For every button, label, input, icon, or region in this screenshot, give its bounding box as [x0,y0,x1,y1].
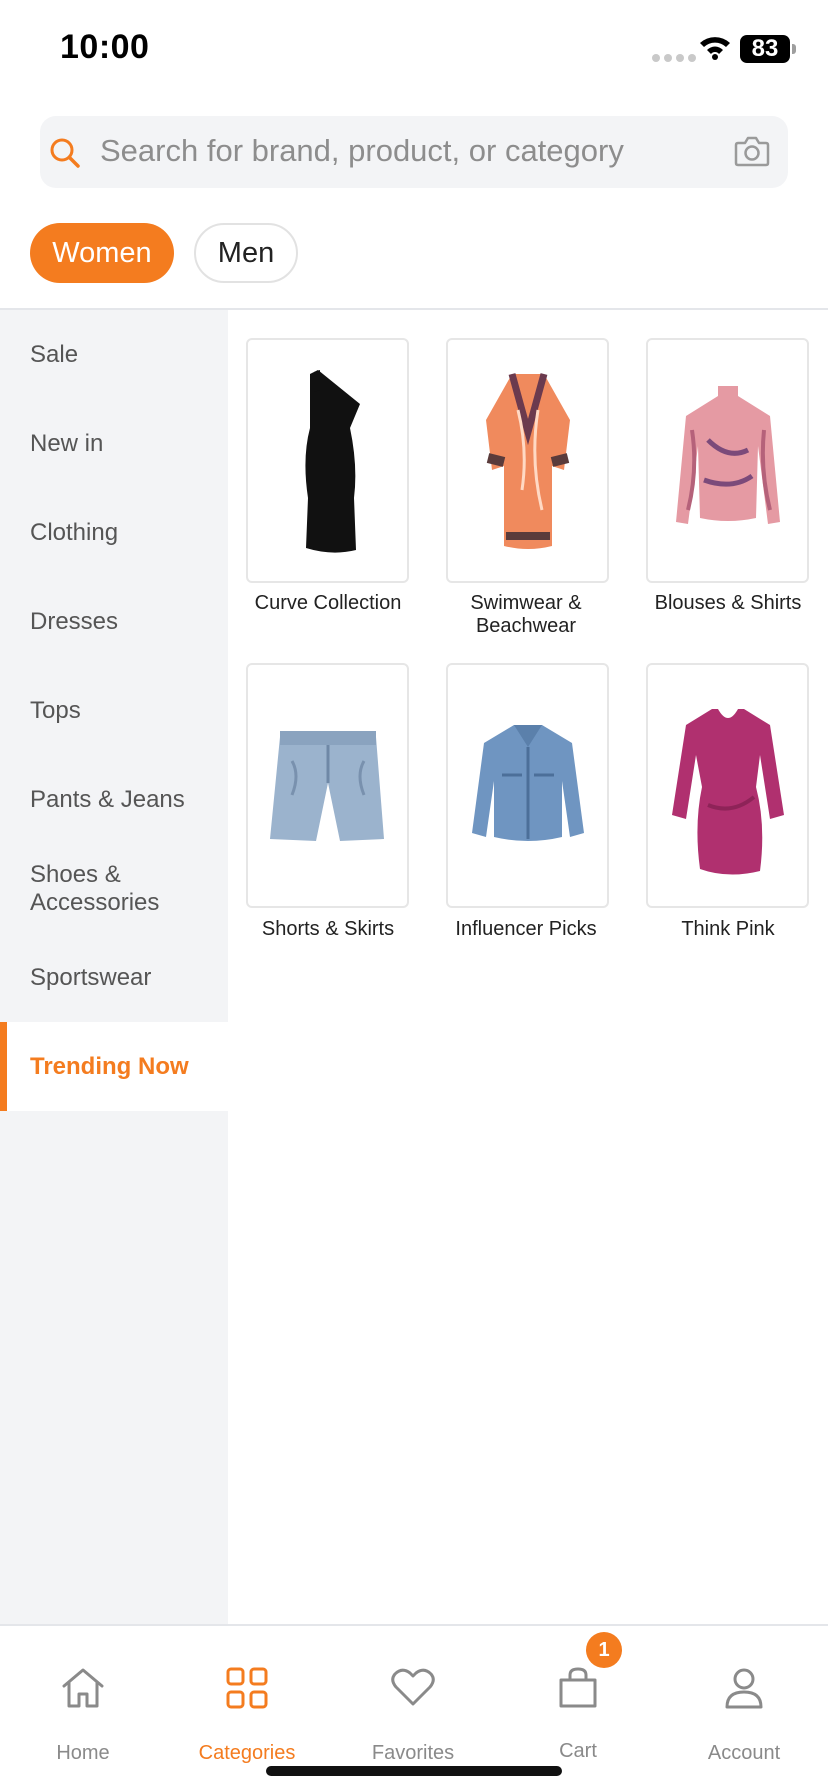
heart-icon [391,1668,435,1706]
battery-indicator: 83 [740,35,790,63]
category-label: Think Pink [681,918,775,940]
tab-women[interactable]: Women [30,223,174,283]
sidebar-item-tops[interactable]: Tops [0,666,228,755]
category-label: Influencer Picks [455,918,597,940]
category-label: Shorts & Skirts [261,918,395,940]
nav-label: Home [56,1742,110,1764]
blouse-image [676,386,780,524]
jacket-image [472,725,584,841]
sidebar-item-dresses[interactable]: Dresses [0,577,228,666]
sidebar-item-label: Trending Now [30,1052,189,1080]
status-bar: 10:00 83 [0,0,828,100]
sidebar-item-sale[interactable]: Sale [0,310,228,399]
category-card-curve-collection[interactable] [246,338,409,583]
sidebar-item-new-in[interactable]: New in [0,399,228,488]
nav-account[interactable]: Account [669,1644,819,1764]
sidebar-item-clothing[interactable]: Clothing [0,488,228,577]
sidebar-item-trending-now[interactable]: Trending Now [0,1022,228,1111]
battery-cap [792,44,796,54]
user-icon [725,1668,763,1709]
category-card-influencer-picks[interactable] [446,663,609,908]
kimono-image [486,373,570,549]
status-time: 10:00 [60,28,150,66]
category-card-shorts-skirts[interactable] [246,663,409,908]
nav-cart[interactable]: Cart [503,1644,653,1762]
nav-favorites[interactable]: Favorites [338,1644,488,1764]
wifi-icon [700,37,730,60]
sidebar-item-pants-jeans[interactable]: Pants & Jeans [0,755,228,844]
grid-icon [226,1667,268,1709]
category-sidebar: Sale New in Clothing Dresses Tops Pants … [0,310,228,1624]
nav-home[interactable]: Home [8,1644,158,1764]
category-card-blouses-shirts[interactable] [646,338,809,583]
category-label: Curve Collection [254,592,402,614]
nav-label: Account [707,1742,781,1764]
home-indicator [266,1766,562,1776]
shorts-image [270,731,384,841]
search-icon [50,138,80,168]
home-icon [62,1668,104,1708]
pink-dress-image [672,709,784,875]
sidebar-item-sportswear[interactable]: Sportswear [0,933,228,1022]
search-input[interactable]: Search for brand, product, or category [100,133,624,169]
cart-count-badge: 1 [586,1632,622,1668]
nav-label: Cart [559,1740,597,1762]
category-card-think-pink[interactable] [646,663,809,908]
nav-categories[interactable]: Categories [172,1644,322,1764]
cellular-signal-icon [652,54,696,62]
category-label: Swimwear & Beachwear [470,592,582,637]
tab-men[interactable]: Men [194,223,298,283]
nav-label: Favorites [371,1742,455,1764]
nav-label: Categories [198,1742,296,1764]
category-label: Blouses & Shirts [654,592,802,614]
dress-image [305,370,360,553]
active-indicator [0,1022,7,1111]
category-card-swimwear-beachwear[interactable] [446,338,609,583]
bag-icon [559,1667,597,1708]
sidebar-item-shoes-accessories[interactable]: Shoes & Accessories [0,844,228,933]
camera-icon[interactable] [733,134,771,168]
